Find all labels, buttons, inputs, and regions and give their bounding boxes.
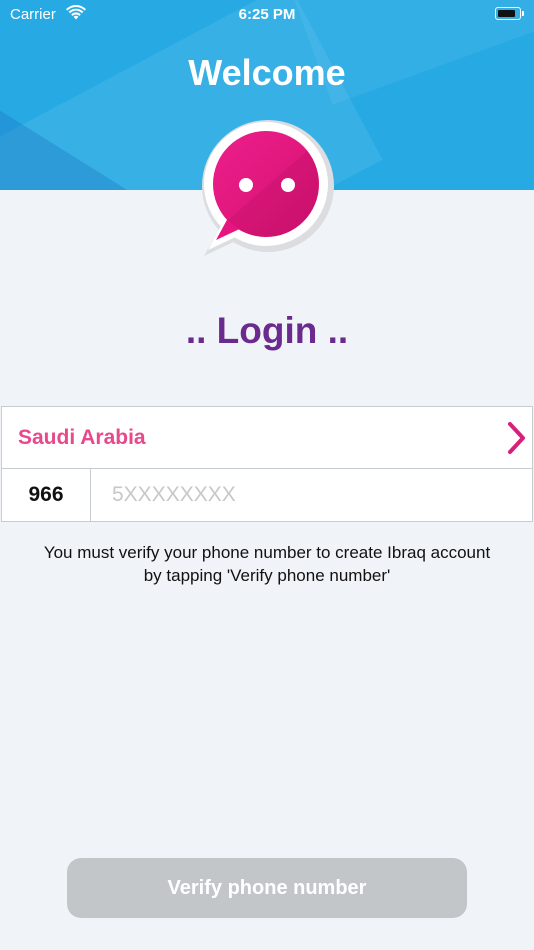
login-title: .. Login ..: [185, 310, 349, 351]
chat-bubble-logo-icon: [202, 120, 334, 256]
phone-number-input[interactable]: [92, 469, 532, 521]
chevron-right-icon: [508, 422, 525, 454]
country-selector[interactable]: Saudi Arabia: [1, 406, 533, 469]
phone-number-row: 966: [1, 468, 533, 522]
country-code[interactable]: 966: [2, 469, 91, 521]
status-bar: Carrier 6:25 PM: [0, 0, 534, 28]
verify-phone-button[interactable]: Verify phone number: [67, 858, 467, 918]
country-name: Saudi Arabia: [18, 426, 146, 449]
welcome-title: Welcome: [188, 52, 346, 93]
verification-note: You must verify your phone number to cre…: [43, 543, 491, 585]
battery-icon: [495, 7, 524, 20]
status-time: 6:25 PM: [238, 6, 296, 23]
